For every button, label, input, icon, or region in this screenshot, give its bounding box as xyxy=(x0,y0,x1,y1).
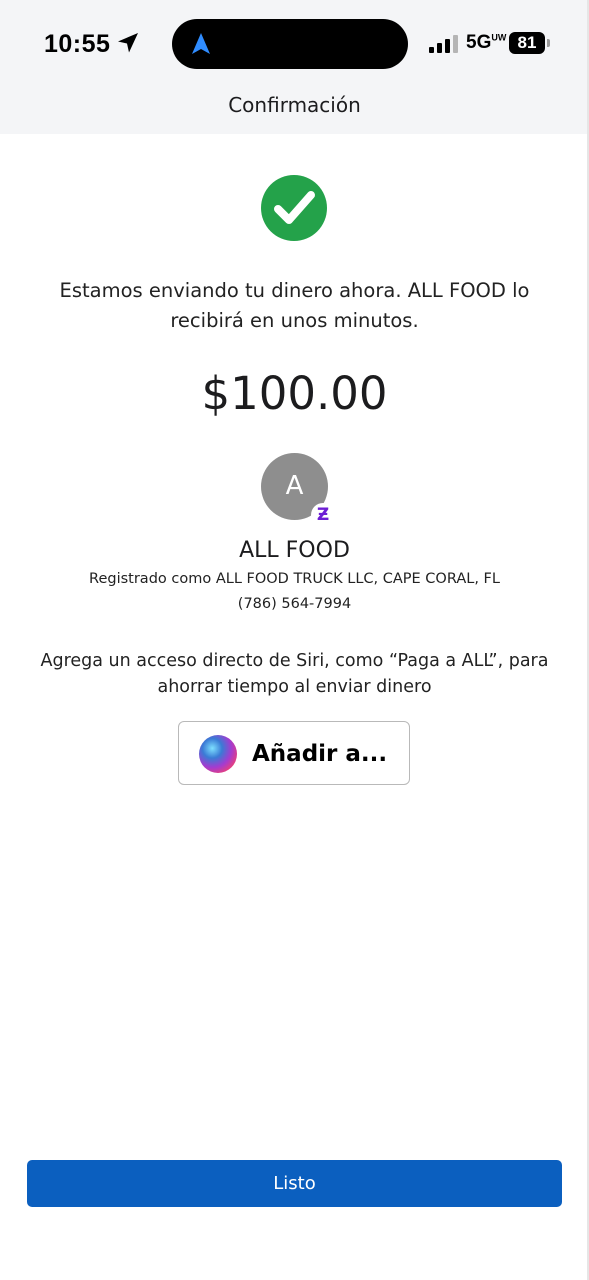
battery-tip xyxy=(547,39,550,47)
network-type: 5G xyxy=(466,32,492,53)
zelle-icon: Ƶ xyxy=(311,503,335,527)
recipient-phone: (786) 564-7994 xyxy=(237,596,352,612)
amount-sent: $100.00 xyxy=(201,367,388,420)
add-to-siri-label: Añadir a... xyxy=(252,741,388,767)
siri-shortcut-prompt: Agrega un acceso directo de Siri, como “… xyxy=(40,651,549,697)
add-to-siri-button[interactable]: Añadir a... xyxy=(178,721,410,785)
page-title: Confirmación xyxy=(228,93,361,117)
top-bar: 10:55 5GUW 81 Confirmación xyxy=(0,0,589,134)
network-suffix: UW xyxy=(491,32,507,43)
network-indicator: 5GUW xyxy=(466,31,506,55)
recipient-registered-as: Registrado como ALL FOOD TRUCK LLC, CAPE… xyxy=(89,571,500,587)
siri-icon xyxy=(199,735,237,773)
confirmation-message: Estamos enviando tu dinero ahora. ALL FO… xyxy=(59,279,530,332)
success-check-icon xyxy=(261,175,327,241)
battery-level: 81 xyxy=(517,33,537,52)
avatar-initial: A xyxy=(285,471,304,501)
zelle-badge-glyph: Ƶ xyxy=(316,505,330,525)
status-time: 10:55 xyxy=(44,30,111,58)
location-arrow-icon xyxy=(118,33,138,53)
dynamic-island xyxy=(172,19,408,69)
cellular-signal-icon xyxy=(429,35,458,53)
recipient-name: ALL FOOD xyxy=(239,538,350,563)
done-button[interactable]: Listo xyxy=(27,1160,562,1207)
navigation-arrow-icon xyxy=(192,33,210,54)
battery-icon: 81 xyxy=(509,32,545,54)
